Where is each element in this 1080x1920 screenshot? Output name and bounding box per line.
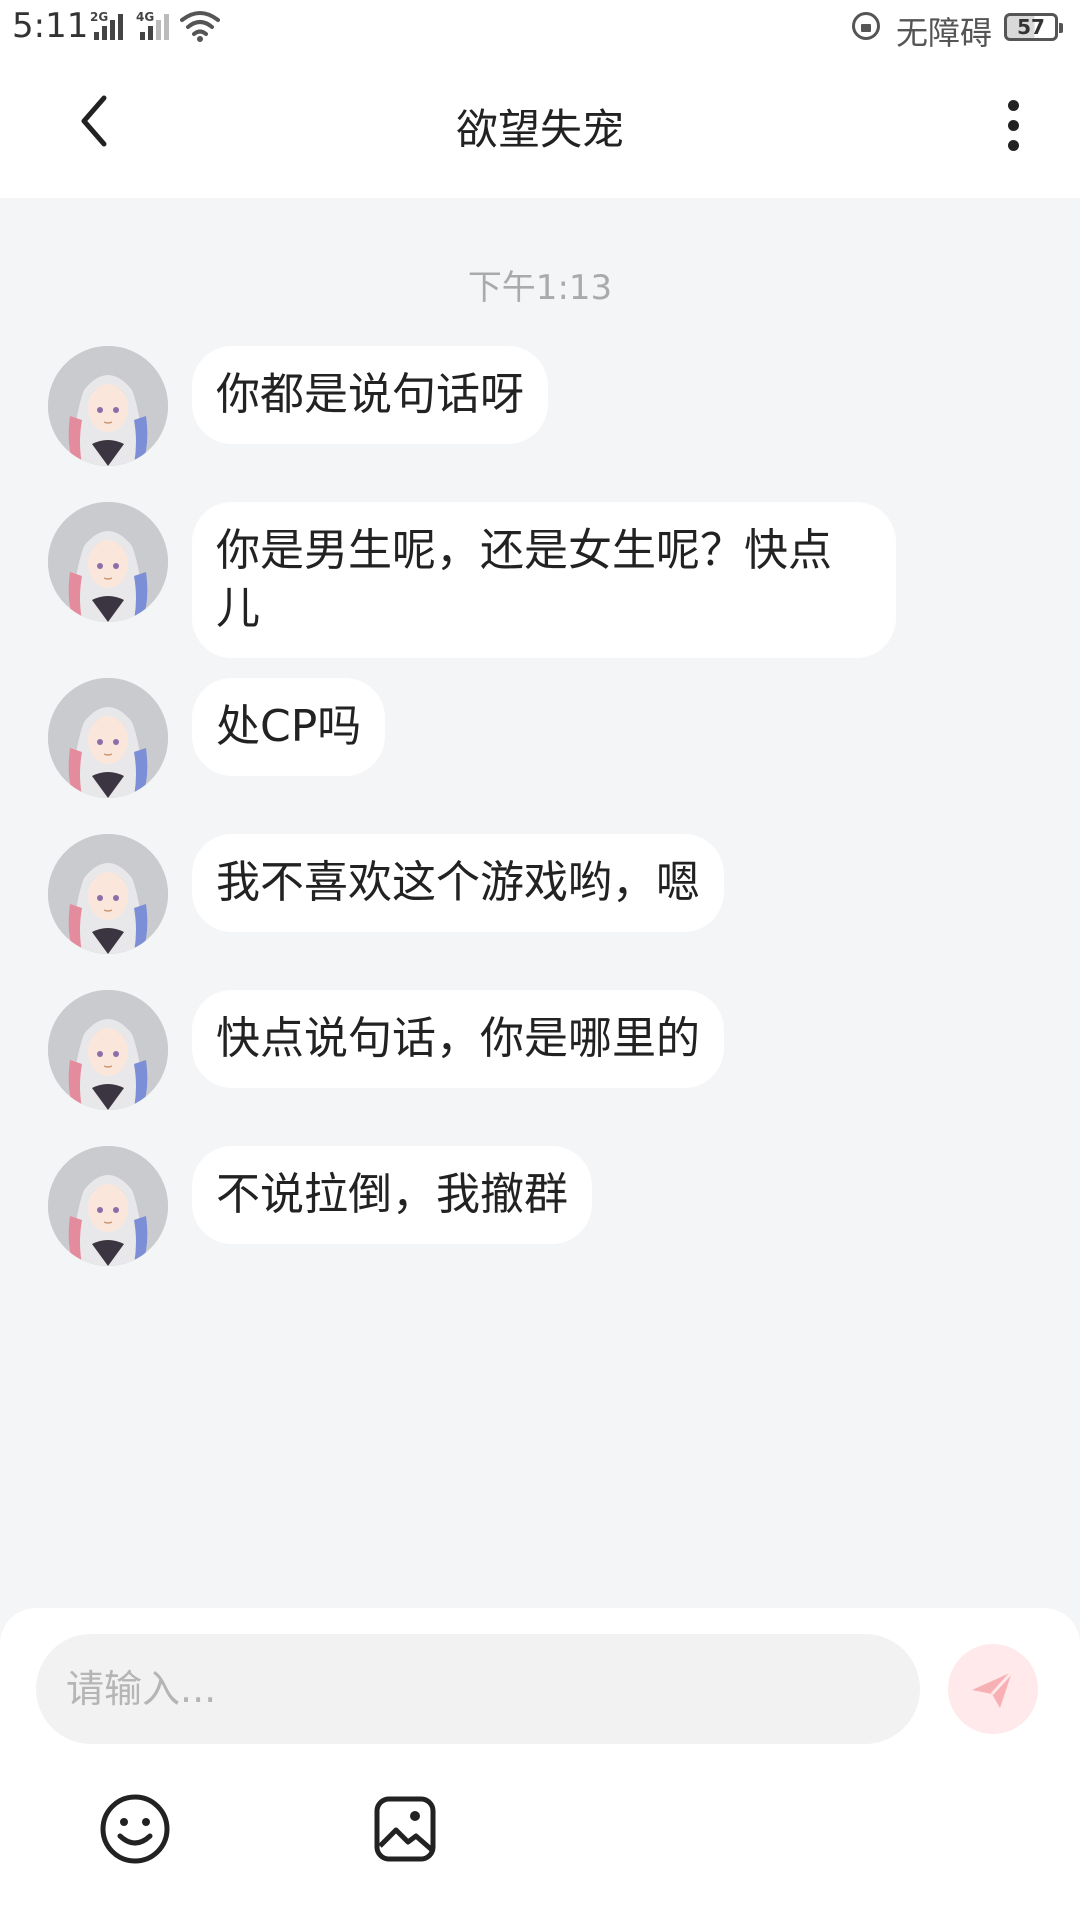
battery-icon: 57 bbox=[1004, 13, 1063, 41]
message-timestamp: 下午1:13 bbox=[467, 268, 613, 308]
message-bubble[interactable]: 你是男生呢，还是女生呢？快点儿 bbox=[192, 502, 896, 658]
signal-2g-icon: 2G bbox=[90, 10, 136, 42]
chat-header: 欲望失宠 bbox=[0, 56, 1080, 198]
chat-screen: 5:11 2G 4G 无障碍 57 欲望失宠 下午1:13 你都是说句话呀 你是… bbox=[0, 0, 1080, 1920]
image-picture-icon bbox=[374, 1796, 436, 1862]
status-time: 5:11 bbox=[12, 6, 89, 46]
image-button[interactable] bbox=[372, 1794, 438, 1864]
message-bubble[interactable]: 处CP吗 bbox=[192, 678, 386, 776]
avatar[interactable] bbox=[48, 678, 168, 798]
send-paper-plane-icon bbox=[972, 1670, 1014, 1708]
message-bubble[interactable]: 不说拉倒，我撤群 bbox=[192, 1146, 592, 1244]
message-bubble[interactable]: 你都是说句话呀 bbox=[192, 346, 548, 444]
wifi-icon bbox=[180, 11, 220, 42]
more-vertical-icon bbox=[990, 100, 1036, 151]
rotation-lock-icon bbox=[852, 12, 880, 40]
status-bar: 5:11 2G 4G 无障碍 57 bbox=[0, 0, 1080, 56]
emoji-button[interactable] bbox=[98, 1792, 172, 1866]
send-button[interactable] bbox=[948, 1644, 1038, 1734]
more-options-button[interactable] bbox=[990, 94, 1036, 160]
message-bubble[interactable]: 快点说句话，你是哪里的 bbox=[192, 990, 724, 1088]
page-title: 欲望失宠 bbox=[455, 105, 624, 154]
accessibility-label: 无障碍 bbox=[896, 14, 993, 52]
signal-4g-icon: 4G bbox=[136, 10, 182, 42]
avatar[interactable] bbox=[48, 990, 168, 1110]
avatar[interactable] bbox=[48, 502, 168, 622]
input-panel bbox=[0, 1608, 1080, 1920]
message-input[interactable] bbox=[36, 1634, 920, 1744]
avatar[interactable] bbox=[48, 1146, 168, 1266]
avatar[interactable] bbox=[48, 834, 168, 954]
message-bubble[interactable]: 我不喜欢这个游戏哟，嗯 bbox=[192, 834, 724, 932]
smiley-face-icon bbox=[100, 1794, 170, 1864]
avatar[interactable] bbox=[48, 346, 168, 466]
